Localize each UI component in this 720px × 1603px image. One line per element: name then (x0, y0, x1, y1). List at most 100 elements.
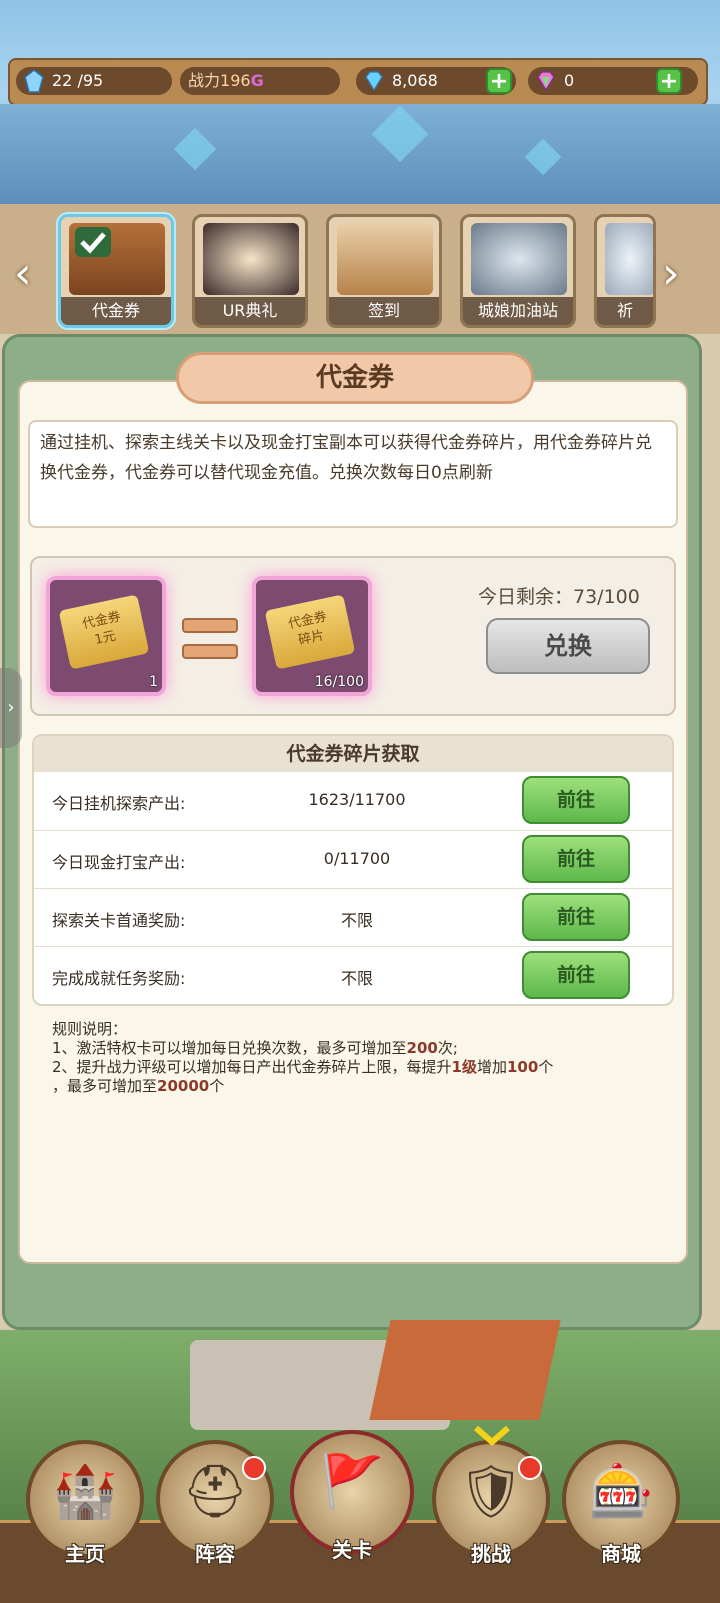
voucher-count: 1 (149, 674, 158, 690)
resource-bar: 22 /95 战力196G 8,068 + 0 + (8, 58, 708, 106)
rule-text: 个 (538, 1058, 554, 1076)
equals-sign-bottom (182, 644, 238, 659)
character-chibi-icon (471, 223, 567, 295)
stamina-value: 22 /95 (52, 71, 104, 90)
rule-highlight: 20000 (157, 1077, 210, 1095)
rules-text: 规则说明： 1、激活特权卡可以增加每日兑换次数，最多可增加至200次; 2、提升… (52, 1020, 672, 1096)
gem-value: 8,068 (392, 71, 438, 90)
nav-label: 主页 (65, 1542, 105, 1566)
nav-label: 阵容 (195, 1542, 235, 1566)
scroll-quill-icon (337, 223, 433, 295)
voucher-item[interactable]: 代金券 1元 1 (46, 576, 166, 696)
banner-background (0, 104, 720, 204)
gacha-machine-icon: 🎰 (588, 1462, 654, 1522)
rule-line-2: 2、提升战力评级可以增加每日产出代金券碎片上限，每提升1级增加100个 (52, 1058, 672, 1077)
castle-icon: 🏰 (52, 1462, 118, 1522)
battle-flag-icon: 🚩 (319, 1452, 385, 1512)
table-row: 完成成就任务奖励: 不限 前往 (34, 946, 672, 1003)
rainbow-gem-icon (537, 71, 555, 92)
panel-description: 通过挂机、探索主线关卡以及现金打宝副本可以获得代金券碎片，用代金券碎片兑换代金券… (28, 420, 678, 528)
panel-title: 代金券 (176, 352, 534, 404)
add-premium-gems-button[interactable]: + (656, 68, 682, 94)
power-label: 战力 (188, 71, 221, 90)
fragment-sources-table: 代金券碎片获取 今日挂机探索产出: 1623/11700 前往 今日现金打宝产出… (32, 734, 674, 1006)
side-drawer-handle[interactable]: › (0, 668, 22, 748)
chevron-down-icon (474, 1425, 510, 1446)
nav-home[interactable]: 🏰 主页 (26, 1440, 146, 1590)
ghost-icon (605, 223, 653, 295)
exchange-button[interactable]: 兑换 (486, 618, 650, 674)
tab-sign-in[interactable]: 签到 (326, 214, 442, 328)
sources-header: 代金券碎片获取 (34, 736, 672, 772)
diamond-icon (365, 71, 383, 92)
go-button[interactable]: 前往 (522, 835, 630, 883)
table-row: 探索关卡首通奖励: 不限 前往 (34, 888, 672, 945)
source-value: 不限 (340, 911, 373, 930)
source-name: 今日现金打宝产出: (52, 853, 186, 872)
nav-label: 商城 (601, 1542, 641, 1566)
equals-sign-top (182, 618, 238, 633)
nav-lineup[interactable]: ⛑ 阵容 (156, 1440, 276, 1590)
go-button[interactable]: 前往 (522, 776, 630, 824)
nav-label: 关卡 (332, 1538, 372, 1562)
tab-voucher[interactable]: 代金券 (58, 214, 174, 328)
tab-label: 祈 (597, 297, 653, 325)
rule-text: 2、提升战力评级可以增加每日产出代金券碎片上限，每提升 (52, 1058, 452, 1076)
fragment-count: 16/100 (314, 674, 364, 690)
power-unit: G (250, 71, 264, 90)
voucher-chest-icon (69, 223, 165, 295)
premium-gem-value: 0 (564, 71, 575, 90)
source-name: 今日挂机探索产出: (52, 794, 186, 813)
crystal-decoration (524, 138, 562, 176)
rule-line-1: 1、激活特权卡可以增加每日兑换次数，最多可增加至200次; (52, 1039, 672, 1058)
rule-text: 个 (209, 1077, 225, 1095)
rule-line-3: ，最多可增加至20000个 (52, 1077, 672, 1096)
go-button[interactable]: 前往 (522, 951, 630, 999)
voucher-fragment-icon: 代金券 碎片 (264, 594, 356, 670)
source-value: 1623/11700 (308, 790, 406, 809)
stamina-counter: 22 /95 (16, 67, 172, 95)
rules-title: 规则说明： (52, 1020, 128, 1038)
nav-label: 挑战 (471, 1542, 511, 1566)
rule-text: 次; (437, 1039, 458, 1057)
power-value: 196 (220, 71, 251, 90)
nav-shop[interactable]: 🎰 商城 (562, 1440, 682, 1590)
source-value: 0/11700 (323, 849, 391, 868)
source-name: 探索关卡首通奖励: (52, 911, 186, 930)
rule-text: 增加 (476, 1058, 507, 1076)
table-row: 今日现金打宝产出: 0/11700 前往 (34, 830, 672, 887)
tabs-right-arrow[interactable]: › (662, 248, 680, 299)
tab-label: 签到 (329, 297, 439, 325)
rule-text: 1、激活特权卡可以增加每日兑换次数，最多可增加至 (52, 1039, 407, 1057)
go-button[interactable]: 前往 (522, 893, 630, 941)
nav-challenge[interactable]: 🛡 挑战 (432, 1425, 552, 1590)
notification-dot (242, 1456, 266, 1480)
nav-stages[interactable]: 🚩 关卡 (290, 1430, 414, 1580)
notification-dot (518, 1456, 542, 1480)
remaining-today: 今日剩余：73/100 (478, 586, 640, 608)
table-row: 今日挂机探索产出: 1623/11700 前往 (34, 772, 672, 828)
source-value: 不限 (340, 969, 373, 988)
tab-label: 城娘加油站 (463, 297, 573, 325)
crystal-icon (24, 69, 44, 93)
tab-label: UR典礼 (195, 297, 305, 325)
roof-decoration (369, 1320, 561, 1420)
fragment-item[interactable]: 代金券 碎片 16/100 (252, 576, 372, 696)
rule-highlight: 1级 (451, 1058, 477, 1076)
crystal-decoration (371, 105, 429, 163)
check-icon (75, 227, 111, 257)
character-portrait-icon (203, 223, 299, 295)
combat-power: 战力196G (180, 67, 340, 95)
rule-highlight: 200 (406, 1039, 438, 1057)
tab-castle-girl-station[interactable]: 城娘加油站 (460, 214, 576, 328)
tab-pray[interactable]: 祈 (594, 214, 656, 328)
voucher-ticket-icon: 代金券 1元 (58, 594, 150, 670)
tabs-left-arrow[interactable]: ‹ (14, 248, 32, 299)
rule-highlight: 100 (507, 1058, 539, 1076)
add-gems-button[interactable]: + (486, 68, 512, 94)
tab-label: 代金券 (61, 297, 171, 325)
tab-ur-ceremony[interactable]: UR典礼 (192, 214, 308, 328)
rule-text: ，最多可增加至 (52, 1077, 158, 1095)
source-name: 完成成就任务奖励: (52, 969, 186, 988)
crystal-decoration (173, 127, 217, 171)
